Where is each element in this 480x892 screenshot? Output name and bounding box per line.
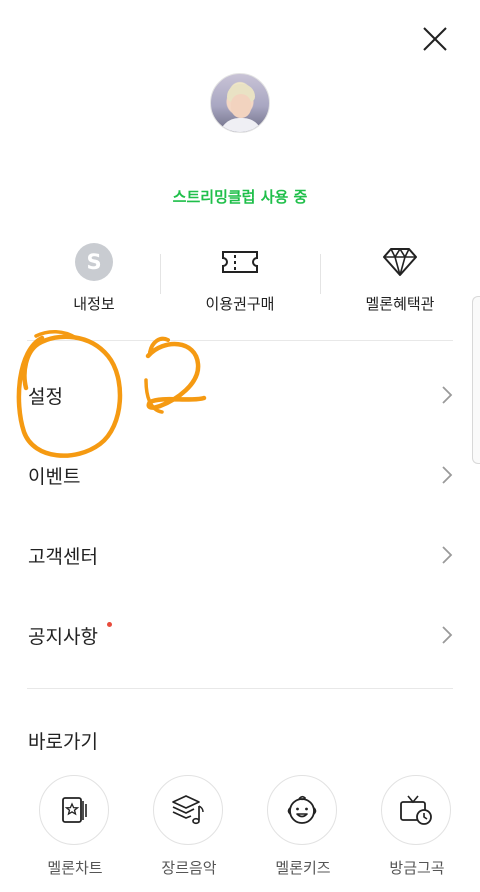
chart-star-icon (62, 797, 87, 823)
menu-events-label: 이벤트 (28, 466, 81, 488)
quick-my-info-label: 내정보 (73, 295, 115, 313)
kids-face-icon (287, 795, 317, 824)
shortcut-just-that-song[interactable]: 방금그곡 (371, 775, 463, 885)
genre-layers-icon (172, 795, 204, 825)
menu-settings[interactable]: 설정 (0, 355, 480, 435)
quick-benefits[interactable]: 멜론혜택관 (320, 238, 480, 318)
avatar[interactable] (210, 73, 270, 133)
new-badge-dot (107, 622, 112, 627)
close-button[interactable] (418, 22, 452, 56)
shortcuts-title: 바로가기 (28, 731, 98, 753)
menu-customer-center[interactable]: 고객센터 (0, 515, 480, 595)
tv-clock-icon (400, 795, 432, 825)
close-icon (423, 27, 447, 51)
subscription-status: 스트리밍클럽 사용 중 (172, 188, 308, 206)
avatar-shirt (219, 118, 263, 132)
chevron-right-icon (442, 386, 453, 404)
quick-benefits-label: 멜론혜택관 (365, 295, 435, 313)
divider (27, 340, 453, 341)
chevron-right-icon (442, 546, 453, 564)
shortcut-melon-kids[interactable]: 멜론키즈 (257, 775, 349, 885)
chevron-right-icon (442, 626, 453, 644)
shortcut-just-that-song-label: 방금그곡 (389, 859, 445, 877)
divider (27, 688, 453, 689)
avatar-face (231, 94, 251, 118)
shortcut-genre-music-label: 장르음악 (161, 859, 217, 877)
quick-buy-pass-label: 이용권구매 (205, 295, 275, 313)
shortcut-melon-chart[interactable]: 멜론차트 (29, 775, 121, 885)
ticket-icon (222, 251, 258, 273)
shortcut-melon-chart-label: 멜론차트 (47, 859, 103, 877)
scroll-handle[interactable] (472, 296, 480, 464)
menu-notices-label: 공지사항 (28, 626, 98, 648)
chevron-right-icon (442, 466, 453, 484)
quick-buy-pass[interactable]: 이용권구매 (160, 238, 320, 318)
quick-my-info[interactable]: S 내정보 (14, 238, 174, 318)
diamond-icon (383, 248, 417, 276)
menu-events[interactable]: 이벤트 (0, 435, 480, 515)
menu-notices[interactable]: 공지사항 (0, 595, 480, 675)
menu-settings-label: 설정 (28, 386, 63, 408)
shortcut-melon-kids-label: 멜론키즈 (275, 859, 331, 877)
user-initial-icon: S (75, 243, 113, 281)
menu-customer-center-label: 고객센터 (28, 546, 98, 568)
shortcut-genre-music[interactable]: 장르음악 (143, 775, 235, 885)
